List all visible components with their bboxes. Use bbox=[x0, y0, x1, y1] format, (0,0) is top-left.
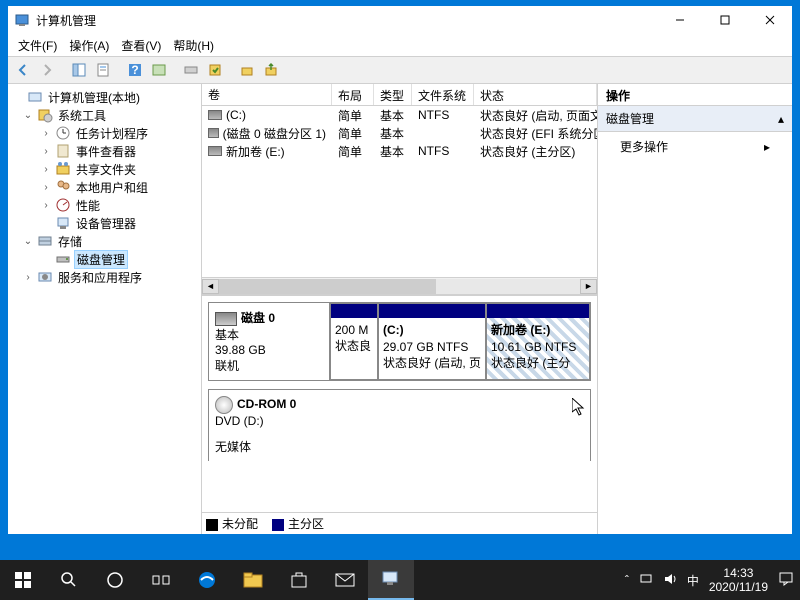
actions-section[interactable]: 磁盘管理▴ bbox=[598, 106, 792, 132]
forward-button[interactable] bbox=[36, 59, 58, 81]
help-button[interactable]: ? bbox=[124, 59, 146, 81]
show-hide-tree-button[interactable] bbox=[68, 59, 90, 81]
disk-icon bbox=[215, 312, 237, 326]
tool-button-4[interactable] bbox=[260, 59, 282, 81]
more-actions-item[interactable]: 更多操作▸ bbox=[598, 132, 792, 161]
tree-local-users[interactable]: ›本地用户和组 bbox=[10, 178, 199, 196]
partition-e[interactable]: 新加卷 (E:)10.61 GB NTFS状态良好 (主分 bbox=[486, 303, 590, 380]
legend: 未分配 主分区 bbox=[202, 512, 597, 534]
col-filesystem[interactable]: 文件系统 bbox=[412, 84, 474, 105]
mail-icon[interactable] bbox=[322, 560, 368, 600]
tree-performance[interactable]: ›性能 bbox=[10, 196, 199, 214]
search-button[interactable] bbox=[46, 560, 92, 600]
actions-pane: 操作 磁盘管理▴ 更多操作▸ bbox=[598, 84, 792, 534]
navigation-tree[interactable]: 计算机管理(本地) ⌄系统工具 ›任务计划程序 ›事件查看器 ›共享文件夹 ›本… bbox=[8, 84, 202, 534]
disk-graphical-view: 磁盘 0 基本 39.88 GB 联机 200 M状态良 (C:)29.07 G… bbox=[202, 294, 597, 512]
tool-button-3[interactable] bbox=[236, 59, 258, 81]
close-button[interactable] bbox=[747, 6, 792, 34]
maximize-button[interactable] bbox=[702, 6, 747, 34]
menu-help[interactable]: 帮助(H) bbox=[173, 37, 214, 54]
compmgmt-taskbar-icon[interactable] bbox=[368, 560, 414, 600]
legend-primary-swatch bbox=[272, 519, 284, 531]
col-volume[interactable]: 卷 bbox=[202, 84, 332, 105]
scroll-right-button[interactable]: ► bbox=[580, 279, 597, 294]
actions-header: 操作 bbox=[598, 84, 792, 106]
collapse-icon: ▴ bbox=[778, 112, 784, 126]
tree-storage[interactable]: ⌄存储 bbox=[10, 232, 199, 250]
volume-row[interactable]: (C:) 简单 基本 NTFS 状态良好 (启动, 页面文件 bbox=[202, 106, 597, 124]
system-tray[interactable]: ˆ 中 14:332020/11/19 bbox=[625, 566, 800, 595]
tree-shared-folders[interactable]: ›共享文件夹 bbox=[10, 160, 199, 178]
app-window: 计算机管理 文件(F) 操作(A) 查看(V) 帮助(H) ? 计算机管理(本地… bbox=[7, 5, 793, 535]
tree-system-tools[interactable]: ⌄系统工具 bbox=[10, 106, 199, 124]
partition-c[interactable]: (C:)29.07 GB NTFS状态良好 (启动, 页 bbox=[378, 303, 486, 380]
tray-clock[interactable]: 14:332020/11/19 bbox=[709, 566, 768, 595]
volume-row[interactable]: (磁盘 0 磁盘分区 1) 简单 基本 状态良好 (EFI 系统分区 bbox=[202, 124, 597, 142]
content-pane: 卷 布局 类型 文件系统 状态 (C:) 简单 基本 NTFS 状态良好 (启动… bbox=[202, 84, 598, 534]
volume-row[interactable]: 新加卷 (E:) 简单 基本 NTFS 状态良好 (主分区) bbox=[202, 142, 597, 160]
col-layout[interactable]: 布局 bbox=[332, 84, 374, 105]
menubar: 文件(F) 操作(A) 查看(V) 帮助(H) bbox=[8, 34, 792, 56]
cdrom-info[interactable]: CD-ROM 0 DVD (D:) 无媒体 bbox=[209, 390, 333, 461]
disk-0-info[interactable]: 磁盘 0 基本 39.88 GB 联机 bbox=[209, 303, 330, 380]
cdrom-block[interactable]: CD-ROM 0 DVD (D:) 无媒体 bbox=[208, 389, 591, 461]
chevron-right-icon: ▸ bbox=[764, 140, 770, 154]
menu-action[interactable]: 操作(A) bbox=[69, 37, 109, 54]
window-title: 计算机管理 bbox=[36, 12, 657, 29]
tool-button-2[interactable] bbox=[204, 59, 226, 81]
scroll-thumb[interactable] bbox=[219, 279, 436, 294]
explorer-icon[interactable] bbox=[230, 560, 276, 600]
horizontal-scrollbar[interactable]: ◄ ► bbox=[202, 277, 597, 294]
volume-icon bbox=[208, 110, 222, 120]
tree-event-viewer[interactable]: ›事件查看器 bbox=[10, 142, 199, 160]
tool-button-1[interactable] bbox=[180, 59, 202, 81]
menu-view[interactable]: 查看(V) bbox=[121, 37, 161, 54]
col-status[interactable]: 状态 bbox=[474, 84, 597, 105]
legend-unallocated-swatch bbox=[206, 519, 218, 531]
tray-volume-icon[interactable] bbox=[663, 572, 677, 589]
edge-icon[interactable] bbox=[184, 560, 230, 600]
volume-icon bbox=[208, 146, 222, 156]
scroll-left-button[interactable]: ◄ bbox=[202, 279, 219, 294]
tray-network-icon[interactable] bbox=[639, 572, 653, 589]
back-button[interactable] bbox=[12, 59, 34, 81]
start-button[interactable] bbox=[0, 560, 46, 600]
col-type[interactable]: 类型 bbox=[374, 84, 412, 105]
tree-services[interactable]: ›服务和应用程序 bbox=[10, 268, 199, 286]
tree-device-manager[interactable]: 设备管理器 bbox=[10, 214, 199, 232]
taskbar[interactable]: ˆ 中 14:332020/11/19 bbox=[0, 560, 800, 600]
titlebar[interactable]: 计算机管理 bbox=[8, 6, 792, 34]
tray-chevron-icon[interactable]: ˆ bbox=[625, 573, 629, 587]
refresh-button[interactable] bbox=[148, 59, 170, 81]
svg-text:?: ? bbox=[131, 63, 138, 77]
task-view-button[interactable] bbox=[138, 560, 184, 600]
store-icon[interactable] bbox=[276, 560, 322, 600]
volume-list[interactable]: 卷 布局 类型 文件系统 状态 (C:) 简单 基本 NTFS 状态良好 (启动… bbox=[202, 84, 597, 294]
tray-notifications-icon[interactable] bbox=[778, 571, 794, 590]
toolbar: ? bbox=[8, 56, 792, 84]
partition-efi[interactable]: 200 M状态良 bbox=[330, 303, 378, 380]
tree-root[interactable]: 计算机管理(本地) bbox=[10, 88, 199, 106]
volume-list-header[interactable]: 卷 布局 类型 文件系统 状态 bbox=[202, 84, 597, 106]
cortana-button[interactable] bbox=[92, 560, 138, 600]
tree-disk-management[interactable]: 磁盘管理 bbox=[10, 250, 199, 268]
volume-icon bbox=[208, 128, 219, 138]
minimize-button[interactable] bbox=[657, 6, 702, 34]
app-icon bbox=[14, 12, 30, 28]
menu-file[interactable]: 文件(F) bbox=[18, 37, 57, 54]
tray-ime[interactable]: 中 bbox=[687, 572, 699, 589]
disk-0-block[interactable]: 磁盘 0 基本 39.88 GB 联机 200 M状态良 (C:)29.07 G… bbox=[208, 302, 591, 381]
properties-button[interactable] bbox=[92, 59, 114, 81]
cdrom-icon bbox=[215, 396, 233, 414]
tree-task-scheduler[interactable]: ›任务计划程序 bbox=[10, 124, 199, 142]
